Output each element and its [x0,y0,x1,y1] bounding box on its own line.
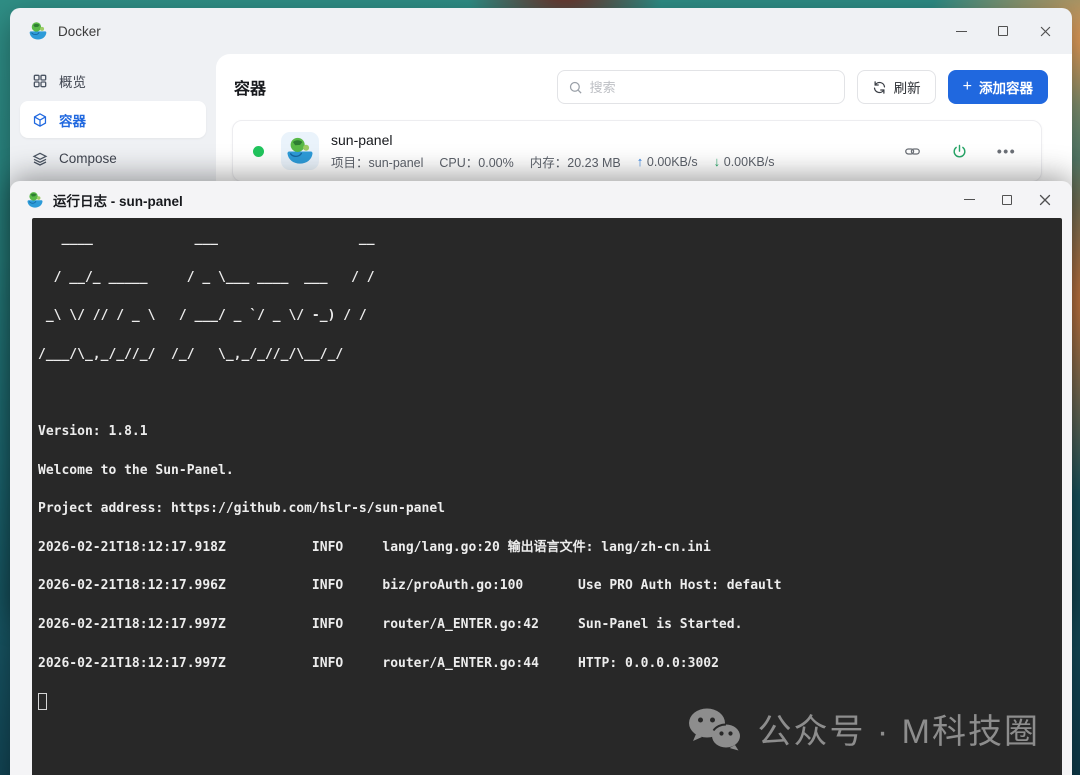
container-info: sun-panel 项目：sun-panel CPU：0.00% 内存：20.2… [331,131,774,171]
containers-header: 容器 刷新 + 添加容器 [216,54,1072,118]
container-actions: ••• [904,143,1015,160]
sidebar-item-compose[interactable]: Compose [20,140,206,177]
log-titlebar: 运行日志 - sun-panel [10,181,1072,218]
watermark-text: 公众号 · M科技圈 [757,713,1040,751]
link-icon [905,147,920,155]
plus-icon: + [962,78,972,95]
add-container-button[interactable]: + 添加容器 [947,70,1048,104]
ascii-art-line: /___/\_,_/_//_/ /_/ \_,_/_//_/\__/_/ [38,346,344,362]
log-window-title: 运行日志 - sun-panel [53,193,183,209]
minimize-button[interactable] [950,184,988,216]
container-status-dot [253,145,264,157]
sidebar-item-overview[interactable]: 概览 [20,62,206,99]
docker-window-controls [940,15,1066,47]
terminal-cursor [38,693,47,711]
container-cpu: CPU：0.00% [439,156,514,170]
maximize-icon [998,26,1008,36]
container-row[interactable]: sun-panel 项目：sun-panel CPU：0.00% 内存：20.2… [232,120,1042,182]
more-actions-button[interactable]: ••• [996,143,1017,160]
version-line: Version: 1.8.1 [38,423,148,439]
maximize-button[interactable] [982,15,1024,47]
log-window: 运行日志 - sun-panel ____ ___ __ / __/_ ____… [10,181,1072,775]
container-download: ↓ 0.00KB/s [713,154,775,169]
page-title: 容器 [234,81,267,98]
maximize-icon [1002,194,1012,205]
log-line: 2026-02-21T18:12:17.997Z INFO router/A_E… [38,655,719,671]
ascii-art-line: _\ \/ // / _ \ / ___/ _ `/ _ \/ -_) / / [38,308,367,324]
sun-panel-app-icon [26,191,44,209]
layers-icon [32,152,48,166]
container-meta: 项目：sun-panel CPU：0.00% 内存：20.23 MB ↑ 0.0… [331,152,774,171]
download-arrow-icon: ↓ [713,154,724,169]
refresh-label: 刷新 [893,81,921,96]
minimize-icon [955,30,967,32]
close-icon [1040,26,1051,37]
minimize-button[interactable] [940,15,982,47]
log-line: 2026-02-21T18:12:17.918Z INFO lang/lang.… [38,539,711,555]
close-icon [1039,194,1051,206]
ascii-art-line: / __/_ _____ / _ \___ ____ ___ / / [38,269,375,285]
wechat-icon [689,708,741,750]
docker-window-title: Docker [58,23,101,39]
cube-icon [33,112,47,127]
close-button[interactable] [1024,15,1066,47]
maximize-button[interactable] [988,184,1026,216]
log-window-controls [950,184,1064,216]
log-line: 2026-02-21T18:12:17.996Z INFO biz/proAut… [38,578,782,594]
log-line: 2026-02-21T18:12:17.997Z INFO router/A_E… [38,616,743,632]
sidebar-item-label: 概览 [59,74,86,90]
grid-icon [33,74,47,87]
watermark: 公众号 · M科技圈 [686,704,1040,753]
search-input[interactable] [589,79,834,95]
docker-titlebar: Docker [10,8,1072,54]
project-address-line: Project address: https://github.com/hslr… [38,501,445,517]
refresh-button[interactable]: 刷新 [856,70,936,104]
sidebar-item-label: Compose [59,151,117,166]
sidebar-item-label: 容器 [59,113,86,129]
container-memory: 内存：20.23 MB [529,156,621,170]
desktop: { "docker_window": { "title": "Docker", … [0,0,1080,775]
sun-panel-app-icon [281,132,319,170]
container-upload: ↑ 0.00KB/s [636,154,698,169]
power-icon [953,144,966,158]
container-name: sun-panel [331,132,393,148]
container-project: 项目：sun-panel [331,156,424,170]
refresh-icon [873,80,885,94]
close-button[interactable] [1026,184,1064,216]
search-icon [569,81,582,94]
terminal-output[interactable]: ____ ___ __ / __/_ _____ / _ \___ ____ _… [32,218,1062,775]
docker-app-icon [28,21,48,41]
search-box [556,70,845,104]
power-button[interactable] [951,143,968,160]
ascii-art-line: ____ ___ __ [38,231,375,246]
link-button[interactable] [904,143,921,160]
add-container-label: 添加容器 [979,81,1033,96]
ellipsis-icon: ••• [996,143,1017,159]
sidebar-item-containers[interactable]: 容器 [20,101,206,138]
welcome-line: Welcome to the Sun-Panel. [38,462,234,478]
upload-arrow-icon: ↑ [636,154,647,169]
minimize-icon [963,199,975,200]
